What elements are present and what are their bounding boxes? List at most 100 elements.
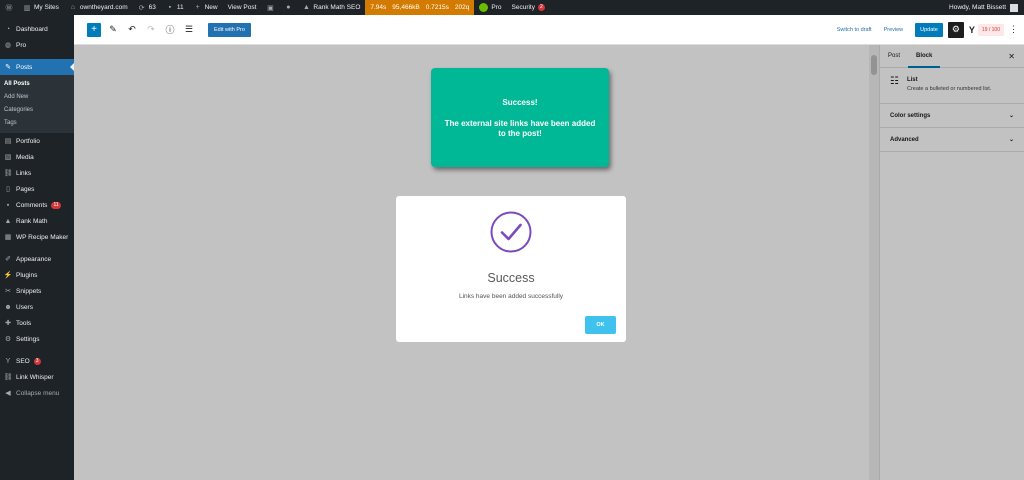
pro-status-icon [479,3,489,12]
sidebar-item-wp-recipe-maker[interactable]: ▦ WP Recipe Maker [0,229,74,245]
submenu-all-posts[interactable]: All Posts [0,78,74,91]
switch-to-draft-button[interactable]: Switch to draft [831,27,878,33]
view-post-label: View Post [227,4,257,11]
dashboard-icon: ◔ [5,25,11,33]
add-block-button[interactable]: + [87,22,101,37]
settings-toggle-button[interactable]: ⚙ [947,21,964,38]
collapse-menu-button[interactable]: ◀ Collapse menu [0,385,74,401]
my-account-menu[interactable]: Howdy, Matt Bissett [949,3,1024,12]
editor-actions: Switch to draft Preview Update ⚙ Y 19 / … [831,21,1018,38]
sidebar-item-pro[interactable]: ◍ Pro [0,37,74,53]
sidebar-item-link-whisper[interactable]: ⛓ Link Whisper [0,369,74,385]
toast-message: The external site links have been added … [444,119,596,138]
sidebar-item-label: Rank Math [16,217,48,225]
toast-title: Success! [502,98,538,107]
security-badge: 2 [537,4,545,11]
sidebar-item-rank-math[interactable]: ▲ Rank Math [0,213,74,229]
sidebar-item-users[interactable]: ☻ Users [0,299,74,315]
sidebar-item-links[interactable]: ⛓ Links [0,165,74,181]
submenu-add-new[interactable]: Add New [0,91,74,104]
comments-menu[interactable]: ▪ 11 [161,0,189,15]
updates-icon: ⟳ [138,4,145,12]
update-button[interactable]: Update [915,22,943,37]
perf-db-time: 0.7215s [425,4,449,11]
pro-icon: ◍ [4,42,12,49]
sidebar-item-label: SEO [16,357,30,365]
wp-logo-menu[interactable]: Ⓦ [0,0,18,15]
sidebar-item-settings[interactable]: ⚙ Settings [0,331,74,347]
recipe-icon: ▦ [4,234,12,241]
plugins-icon: ⚡ [3,272,13,279]
new-content-menu[interactable]: + New [189,0,223,15]
sidebar-item-label: Collapse menu [16,389,60,397]
sidebar-item-posts[interactable]: ✎ Posts [0,59,74,75]
sidebar-item-label: Tools [16,319,32,327]
sidebar-item-label: Link Whisper [16,373,54,381]
pro-theme-menu[interactable]: ▣ [261,0,279,15]
redo-icon[interactable]: ↷ [144,24,158,35]
pro-menu[interactable]: Pro [474,0,506,15]
site-name-menu[interactable]: ⌂ owntheyard.com [64,0,133,15]
customize-menu[interactable]: ● [279,0,297,15]
security-menu[interactable]: Security 2 [507,0,550,15]
sidebar-item-appearance[interactable]: ✐ Appearance [0,251,74,267]
comments-count: 11 [176,4,184,11]
portfolio-icon: ▤ [4,138,12,145]
perf-memory: 95,466kB [392,4,420,11]
rankmath-icon: ▲ [4,217,12,225]
undo-icon[interactable]: ↶ [125,24,139,35]
collapse-icon: ◀ [5,390,11,397]
pro-label: Pro [491,4,502,11]
sidebar-item-pages[interactable]: ▯ Pages [0,181,74,197]
editor-toolbar: + ✎ ↶ ↷ ⓘ ☰ Edit with Pro Switch to draf… [74,15,1024,45]
updates-menu[interactable]: ⟳ 63 [133,0,161,15]
sidebar-item-label: Portfolio [16,137,40,145]
sidebar-item-label: Pages [16,185,35,193]
sidebar-item-plugins[interactable]: ⚡ Plugins [0,267,74,283]
comments-icon: ▪ [6,201,10,209]
sidebar-item-seo[interactable]: Y SEO 3 [0,353,74,369]
preview-button[interactable]: Preview [878,27,910,33]
rank-math-score-button[interactable]: 19 / 100 [977,23,1004,36]
sidebar-item-label: Snippets [16,287,42,295]
posts-submenu: All Posts Add New Categories Tags [0,75,74,133]
list-view-icon[interactable]: ☰ [182,24,196,35]
updates-count: 63 [148,4,156,11]
seo-icon: Y [5,357,11,365]
pin-icon: ✎ [5,64,11,71]
comments-badge: 11 [51,201,61,209]
admin-bar: Ⓦ ▥ My Sites ⌂ owntheyard.com ⟳ 63 ▪ 11 + New… [0,0,1024,15]
howdy-label: Howdy, Matt Bissett [949,4,1006,11]
dialog-text: Links have been added successfully [458,293,564,300]
info-icon[interactable]: ⓘ [163,23,177,36]
edit-with-pro-button[interactable]: Edit with Pro [208,22,251,37]
sidebar-item-media[interactable]: ▧ Media [0,149,74,165]
ok-button[interactable]: OK [585,316,616,334]
sidebar-item-tools[interactable]: ✚ Tools [0,315,74,331]
submenu-tags[interactable]: Tags [0,117,74,130]
sidebar-item-dashboard[interactable]: ◔ Dashboard [0,21,74,37]
sidebar-item-label: WP Recipe Maker [16,233,69,241]
rank-math-menu[interactable]: ▲ Rank Math SEO [297,0,365,15]
sidebar-item-snippets[interactable]: ✂ Snippets [0,283,74,299]
sidebar-item-label: Links [16,169,32,177]
snippets-icon: ✂ [5,288,11,295]
view-post-link[interactable]: View Post [223,0,262,15]
submenu-categories[interactable]: Categories [0,104,74,117]
sidebar-item-label: Users [16,303,33,311]
pro-theme-icon: ▣ [267,4,274,12]
my-sites-icon: ▥ [23,4,31,12]
more-options-icon[interactable]: ⋮ [1009,24,1018,35]
query-monitor-menu[interactable]: 7.94s 95,466kB 0.7215s 202q [365,0,475,15]
plus-icon: + [195,4,200,11]
rank-math-label: Rank Math SEO [313,4,361,11]
tools-pencil-icon[interactable]: ✎ [106,24,120,35]
new-label: New [204,4,218,11]
appearance-icon: ✐ [5,256,11,263]
plus-icon: + [91,24,97,35]
sidebar-item-comments[interactable]: ▪ Comments 11 [0,197,74,213]
my-sites-menu[interactable]: ▥ My Sites [18,0,64,15]
yoast-icon[interactable]: Y [969,25,975,35]
tools-icon: ✚ [5,320,11,327]
sidebar-item-portfolio[interactable]: ▤ Portfolio [0,133,74,149]
